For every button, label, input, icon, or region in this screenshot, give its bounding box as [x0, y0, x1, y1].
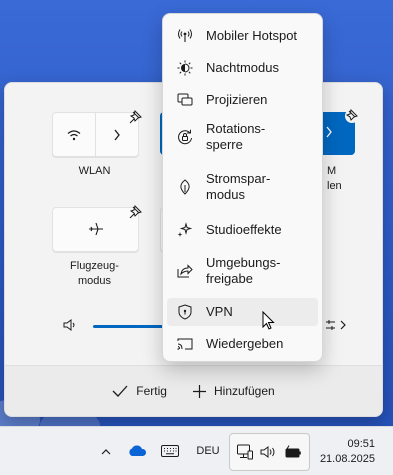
wlan-toggle[interactable] — [53, 113, 95, 156]
battery-saver-icon — [176, 178, 194, 196]
project-icon — [176, 91, 194, 109]
done-label: Fertig — [136, 384, 167, 398]
unpin-icon[interactable] — [345, 109, 359, 123]
menu-item-studio-effects[interactable]: Studioeffekte — [167, 216, 318, 244]
menu-item-mobile-hotspot[interactable]: Mobiler Hotspot — [167, 22, 318, 50]
show-hidden-icons-button[interactable] — [98, 437, 114, 465]
menu-item-cast[interactable]: Wiedergeben — [167, 330, 318, 358]
chevron-up-icon — [101, 448, 111, 454]
airplane-label-2: modus — [77, 275, 112, 287]
audio-output-icon[interactable] — [325, 318, 347, 332]
volume-icon — [260, 445, 278, 459]
clock-time: 09:51 — [347, 438, 375, 450]
menu-item-rotation-lock[interactable]: Rotations- sperre — [167, 118, 318, 156]
quick-settings-footer: Fertig Hinzufügen — [5, 365, 382, 416]
menu-item-nearby-sharing[interactable]: Umgebungs- freigabe — [167, 252, 318, 290]
rotation-lock-icon — [176, 128, 194, 146]
menu-item-night-light[interactable]: Nachtmodus — [167, 54, 318, 82]
cast-icon — [176, 335, 194, 353]
volume-slider[interactable] — [93, 325, 173, 328]
wifi-icon — [67, 129, 81, 140]
menu-item-vpn[interactable]: VPN — [167, 298, 318, 326]
add-tile-menu: Mobiler Hotspot Nachtmodus Projizieren R… — [162, 13, 323, 362]
chevron-right-icon — [114, 129, 120, 140]
nearby-share-icon — [176, 262, 194, 280]
hotspot-icon — [176, 27, 194, 45]
unpin-icon[interactable] — [129, 205, 143, 219]
wlan-label: WLAN — [78, 165, 111, 177]
night-light-icon — [176, 59, 194, 77]
add-button[interactable]: Hinzufügen — [192, 384, 275, 398]
airplane-mode-tile[interactable] — [52, 205, 142, 252]
done-button[interactable]: Fertig — [112, 384, 167, 398]
menu-item-project[interactable]: Projizieren — [167, 86, 318, 114]
airplane-label-1: Flugzeug- — [70, 260, 119, 272]
unpin-icon[interactable] — [129, 110, 143, 124]
clock-date: 21.08.2025 — [319, 453, 375, 465]
network-icon — [237, 444, 253, 460]
battery-charging-icon — [284, 445, 302, 459]
clock[interactable]: 09:51 21.08.2025 — [320, 437, 375, 467]
onedrive-icon[interactable] — [125, 437, 149, 465]
add-label: Hinzufügen — [213, 384, 275, 398]
system-tray-quick-settings-button[interactable] — [229, 433, 310, 471]
chevron-right-icon[interactable] — [325, 126, 333, 138]
vpn-icon — [176, 303, 194, 321]
hidden-tile-label-2: len — [327, 180, 342, 192]
studio-effects-icon — [176, 221, 194, 239]
checkmark-icon — [112, 385, 128, 397]
input-language[interactable]: DEU — [192, 437, 224, 465]
plus-icon — [192, 384, 206, 398]
wlan-tile[interactable] — [52, 110, 142, 157]
taskbar: DEU 09:51 21.08.2025 — [0, 426, 393, 475]
hidden-tile-label-1: M — [327, 165, 337, 177]
touch-keyboard-icon[interactable] — [158, 437, 182, 465]
mouse-cursor — [262, 311, 276, 331]
menu-item-battery-saver[interactable]: Stromspar- modus — [167, 168, 318, 206]
speaker-icon[interactable] — [62, 318, 78, 332]
airplane-icon — [88, 222, 104, 236]
